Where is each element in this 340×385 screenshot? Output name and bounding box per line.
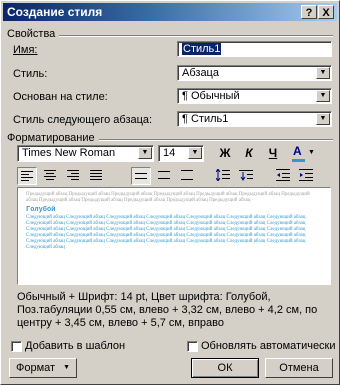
based-on-label: Основан на стиле: [13,91,108,103]
style-type-select[interactable]: Абзаца ▼ [177,65,332,81]
auto-update-checkbox[interactable] [187,341,198,352]
italic-button[interactable]: К [239,145,259,163]
line-spacing-single-button[interactable] [131,167,151,185]
format-button[interactable]: Формат ▼ [9,358,77,378]
line-spacing-half-icon [158,171,170,179]
align-left-icon [21,171,33,181]
bold-button[interactable]: Ж [215,145,235,163]
align-justify-icon [90,170,102,180]
font-color-icon: A [293,144,302,158]
align-right-icon [67,170,79,180]
line-spacing-double-icon [181,170,193,180]
chevron-down-icon[interactable]: ▼ [316,67,330,79]
based-on-select[interactable]: ¶ Обычный ▼ [177,88,332,104]
space-before-icon [215,168,230,182]
align-center-button[interactable] [40,167,60,185]
font-size-select[interactable]: 14 ▼ [158,145,204,162]
format-button-label: Формат [16,362,56,374]
name-value: Стиль1 [182,43,222,55]
line-spacing-double-button[interactable] [177,167,197,185]
align-left-button[interactable] [17,167,37,185]
decrease-indent-button[interactable] [273,167,293,185]
name-label: Имя: [13,44,37,56]
close-button[interactable]: X [318,5,334,19]
name-label-text: Имя: [13,44,38,56]
next-style-label: Стиль следующего абзаца: [13,114,153,126]
increase-indent-button[interactable] [296,167,316,185]
underline-button[interactable]: Ч [263,145,283,163]
chevron-down-icon[interactable]: ▼ [188,147,202,159]
preview-sample-text: Следующий абзац Следующий абзац Следующи… [26,215,306,250]
formatting-group-title: Форматирование [7,132,99,144]
style-label: Стиль: [13,68,48,80]
help-button[interactable]: ? [301,5,317,19]
space-after-button[interactable] [236,167,256,185]
line-spacing-single-icon [135,173,147,179]
dialog-title: Создание стиля [7,5,103,19]
based-on-value: ¶ Обычный [182,90,240,102]
chevron-down-icon[interactable]: ▼ [316,90,330,102]
font-color-swatch [292,159,305,162]
cancel-button[interactable]: Отмена [265,358,333,378]
auto-update-label: Обновлять автоматически [201,340,336,352]
space-after-icon [239,170,253,181]
font-size-value: 14 [163,147,176,159]
add-to-template-label: Добавить в шаблон [25,340,126,352]
chevron-down-icon[interactable]: ▼ [138,147,152,159]
font-color-button[interactable]: A ▼ [290,144,318,162]
properties-group-title: Свойства [7,28,60,40]
next-style-value: ¶ Стиль1 [182,113,229,125]
style-type-value: Абзаца [182,67,219,79]
style-preview: Предыдущий абзац Предыдущий абзац Предыд… [17,187,331,285]
chevron-down-icon[interactable]: ▼ [316,113,330,125]
preview-previous-paragraph: Предыдущий абзац Предыдущий абзац Предыд… [26,192,310,203]
align-justify-button[interactable] [86,167,106,185]
next-style-select[interactable]: ¶ Стиль1 ▼ [177,111,332,127]
font-name-select[interactable]: Times New Roman ▼ [17,145,154,162]
chevron-down-icon: ▼ [63,364,70,371]
style-description: Обычный + Шрифт: 14 pt, Цвет шрифта: Гол… [17,291,318,329]
add-to-template-checkbox[interactable] [11,341,22,352]
ok-button[interactable]: ОК [191,358,259,378]
dialog-window: Создание стиля ? X Свойства Имя: Стиль1 … [0,0,340,385]
title-bar: Создание стиля ? X [3,3,337,21]
decrease-indent-icon [276,169,290,181]
preview-heading: Голубой [26,206,56,214]
space-before-button[interactable] [213,167,233,185]
align-right-button[interactable] [63,167,83,185]
font-name-value: Times New Roman [22,147,116,159]
align-center-icon [44,170,56,180]
name-input[interactable]: Стиль1 [177,41,332,57]
chevron-down-icon[interactable]: ▼ [308,144,315,161]
line-spacing-half-button[interactable] [154,167,174,185]
increase-indent-icon [299,169,313,181]
